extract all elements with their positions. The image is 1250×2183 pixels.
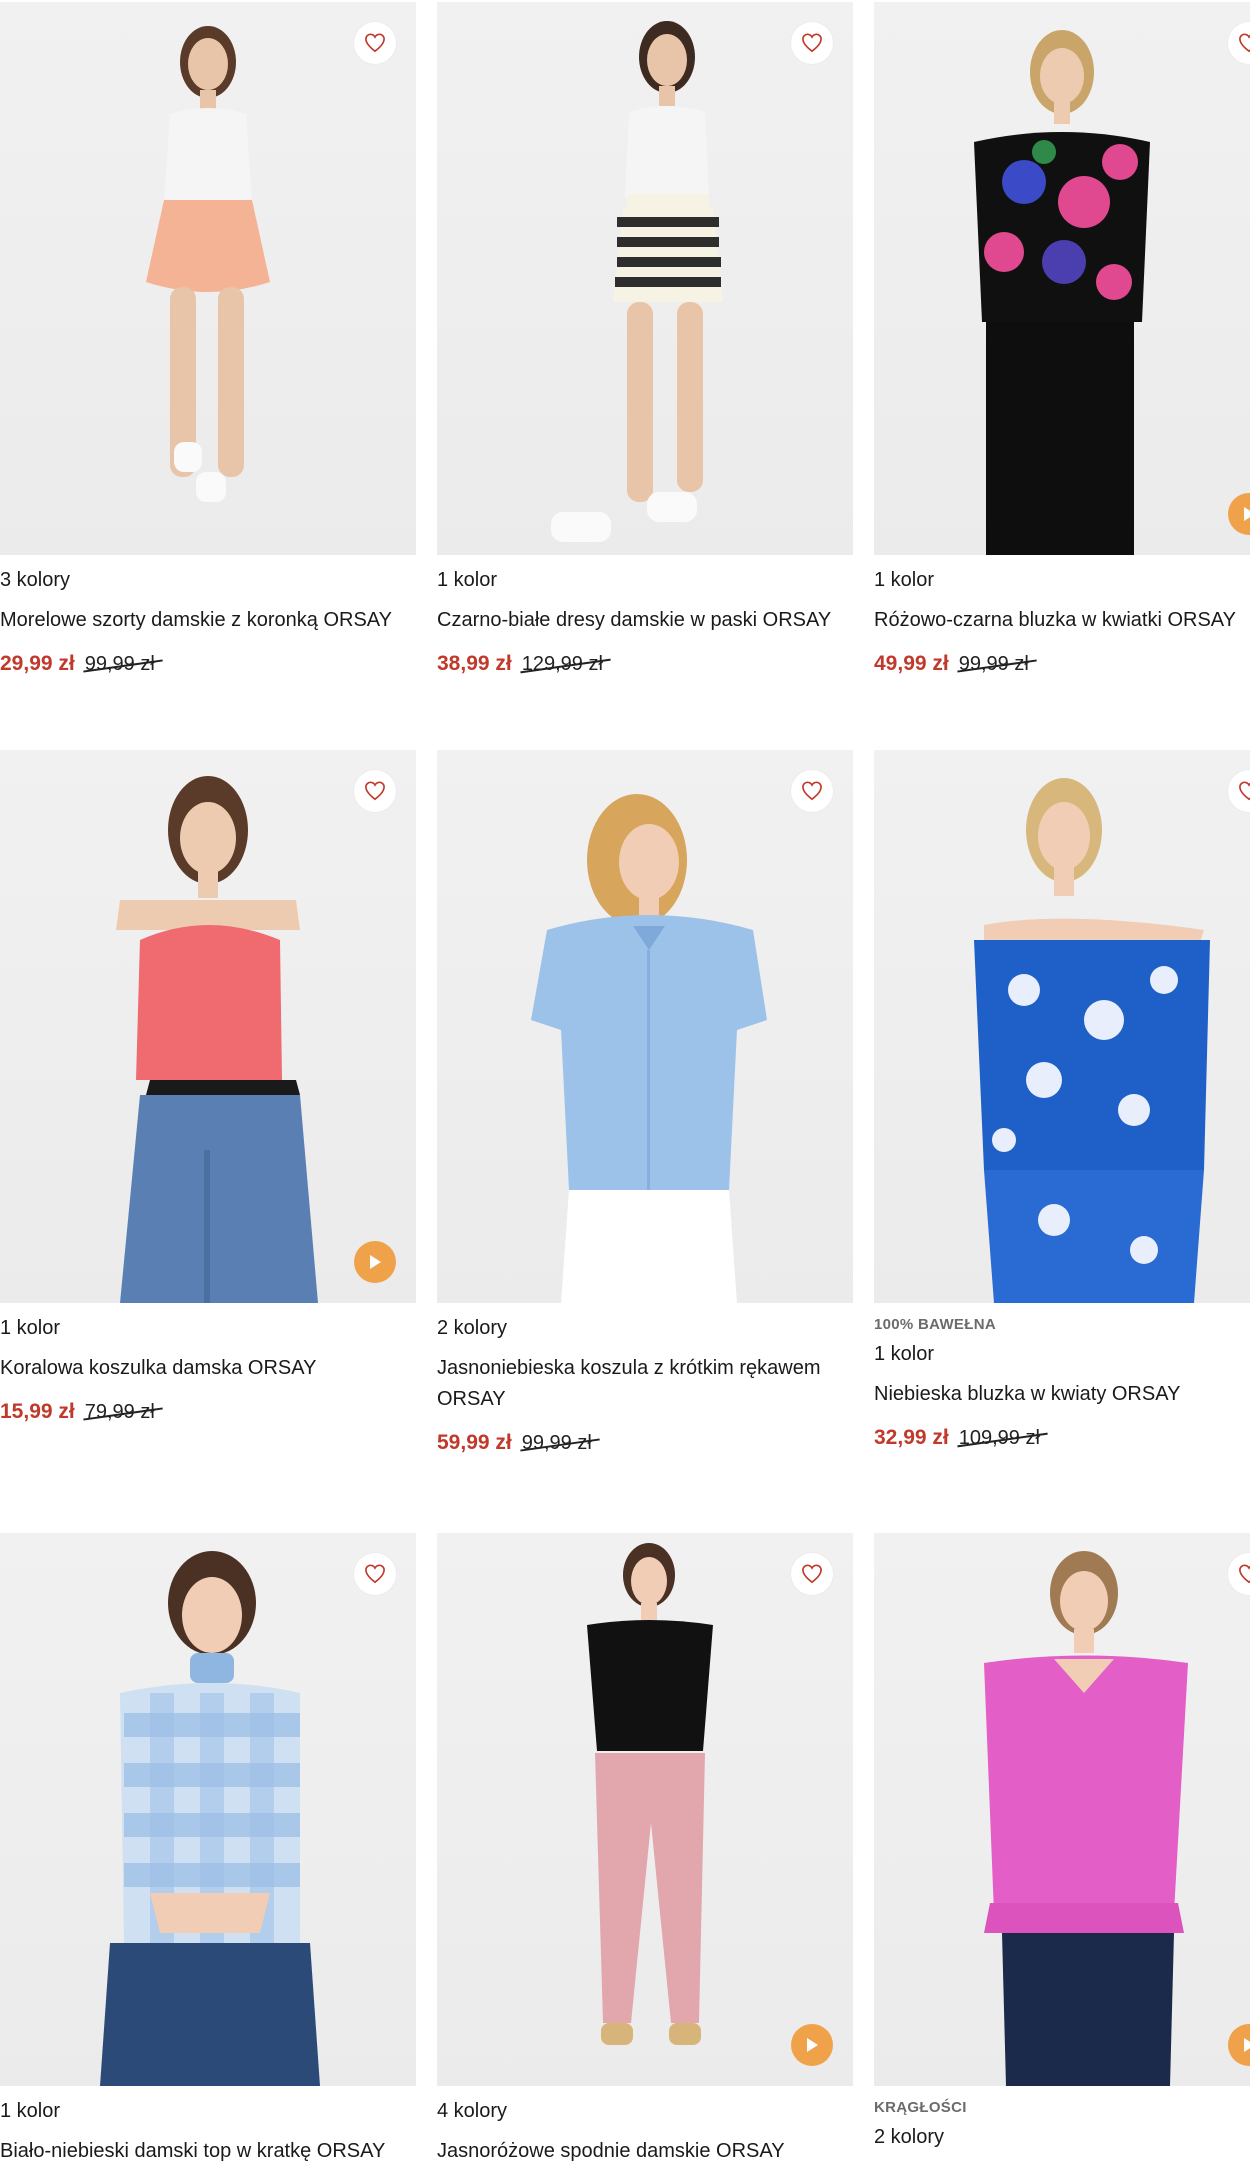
- price-row: 29,99 zł 99,99 zł: [0, 652, 416, 682]
- add-to-wishlist-button[interactable]: [354, 22, 396, 64]
- sale-price: 29,99 zł: [0, 652, 75, 675]
- original-price: 129,99 zł: [521, 653, 603, 675]
- product-name[interactable]: Biało-niebieski damski top w kratkę ORSA…: [0, 2136, 416, 2167]
- product-image[interactable]: [874, 1533, 1250, 2086]
- price-row: 32,99 zł 109,99 zł: [874, 1426, 1250, 1456]
- add-to-wishlist-button[interactable]: [791, 770, 833, 812]
- product-image[interactable]: [0, 1533, 416, 2086]
- price-row: 59,99 zł 99,99 zł: [437, 1431, 853, 1461]
- color-count: 1 kolor: [874, 569, 935, 591]
- color-count: 3 kolory: [0, 569, 71, 591]
- product-image[interactable]: [437, 1533, 853, 2086]
- add-to-wishlist-button[interactable]: [354, 770, 396, 812]
- color-count: 4 kolory: [437, 2100, 508, 2122]
- favorite-heart-icon: [1239, 1564, 1250, 1584]
- product-name[interactable]: Jasnoróżowe spodnie damskie ORSAY: [437, 2136, 853, 2167]
- favorite-heart-icon: [365, 33, 385, 53]
- model-photo: [974, 778, 1210, 1303]
- sale-price: 32,99 zł: [874, 1426, 949, 1449]
- product-image[interactable]: [437, 750, 853, 1303]
- product-card[interactable]: KRĄGŁOŚCI 2 kolory: [874, 1533, 1250, 2162]
- color-count: 2 kolory: [437, 1317, 508, 1339]
- original-price: 109,99 zł: [958, 1427, 1040, 1449]
- model-photo: [587, 1543, 713, 2045]
- play-icon: [1244, 2038, 1250, 2052]
- product-image[interactable]: [874, 750, 1250, 1303]
- model-photo: [531, 794, 767, 1303]
- product-card[interactable]: 1 kolor Koralowa koszulka damska ORSAY 1…: [0, 750, 416, 1430]
- product-card[interactable]: 1 kolor Biało-niebieski damski top w kra…: [0, 1533, 416, 2183]
- add-to-wishlist-button[interactable]: [791, 22, 833, 64]
- product-card[interactable]: 3 kolory Morelowe szorty damskie z koron…: [0, 2, 416, 682]
- product-grid: 3 kolory Morelowe szorty damskie z koron…: [0, 0, 1250, 2162]
- product-card[interactable]: 4 kolory Jasnoróżowe spodnie damskie ORS…: [437, 1533, 853, 2183]
- favorite-heart-icon: [802, 781, 822, 801]
- favorite-heart-icon: [1239, 33, 1250, 53]
- add-to-wishlist-button[interactable]: [791, 1553, 833, 1595]
- product-name[interactable]: Koralowa koszulka damska ORSAY: [0, 1353, 416, 1384]
- product-name[interactable]: Jasnoniebieska koszula z krótkim rękawem…: [437, 1353, 847, 1415]
- feature-badge: KRĄGŁOŚCI: [874, 2099, 967, 2116]
- model-photo: [984, 1551, 1188, 2086]
- sale-price: 38,99 zł: [437, 652, 512, 675]
- product-name[interactable]: Czarno-białe dresy damskie w paski ORSAY: [437, 605, 853, 636]
- play-video-button[interactable]: [791, 2024, 833, 2066]
- product-name[interactable]: Morelowe szorty damskie z koronką ORSAY: [0, 605, 416, 636]
- original-price: 79,99 zł: [84, 1401, 155, 1423]
- color-count: 1 kolor: [0, 2100, 61, 2122]
- product-image[interactable]: [0, 2, 416, 555]
- original-price: 99,99 zł: [958, 653, 1029, 675]
- model-photo: [100, 1551, 320, 2086]
- play-icon: [807, 2038, 818, 2052]
- product-card[interactable]: 100% BAWEŁNA 1 kolor Niebieska bluzka w …: [874, 750, 1250, 1456]
- favorite-heart-icon: [802, 1564, 822, 1584]
- model-photo: [116, 776, 318, 1303]
- add-to-wishlist-button[interactable]: [354, 1553, 396, 1595]
- price-row: 15,99 zł 79,99 zł: [0, 1400, 416, 1430]
- model-photo: [146, 26, 270, 502]
- color-count: 1 kolor: [874, 1343, 935, 1365]
- sale-price: 15,99 zł: [0, 1400, 75, 1423]
- model-photo: [551, 21, 723, 542]
- model-photo: [974, 30, 1150, 555]
- favorite-heart-icon: [802, 33, 822, 53]
- favorite-heart-icon: [365, 1564, 385, 1584]
- product-image[interactable]: [874, 2, 1250, 555]
- color-count: 2 kolory: [874, 2126, 945, 2148]
- play-icon: [370, 1255, 381, 1269]
- product-name[interactable]: Różowo-czarna bluzka w kwiatki ORSAY: [874, 605, 1250, 636]
- product-image[interactable]: [0, 750, 416, 1303]
- product-card[interactable]: 2 kolory Jasnoniebieska koszula z krótki…: [437, 750, 853, 1461]
- original-price: 99,99 zł: [521, 1432, 592, 1454]
- product-card[interactable]: 1 kolor Czarno-białe dresy damskie w pas…: [437, 2, 853, 682]
- price-row: 38,99 zł 129,99 zł: [437, 652, 853, 682]
- favorite-heart-icon: [1239, 781, 1250, 801]
- favorite-heart-icon: [365, 781, 385, 801]
- sale-price: 59,99 zł: [437, 1431, 512, 1454]
- play-icon: [1244, 507, 1250, 521]
- original-price: 99,99 zł: [84, 653, 155, 675]
- product-image[interactable]: [437, 2, 853, 555]
- feature-badge: 100% BAWEŁNA: [874, 1316, 996, 1333]
- product-name[interactable]: Niebieska bluzka w kwiaty ORSAY: [874, 1379, 1250, 1410]
- product-card[interactable]: 1 kolor Różowo-czarna bluzka w kwiatki O…: [874, 2, 1250, 682]
- play-video-button[interactable]: [354, 1241, 396, 1283]
- price-row: 49,99 zł 99,99 zł: [874, 652, 1250, 682]
- color-count: 1 kolor: [437, 569, 498, 591]
- sale-price: 49,99 zł: [874, 652, 949, 675]
- color-count: 1 kolor: [0, 1317, 61, 1339]
